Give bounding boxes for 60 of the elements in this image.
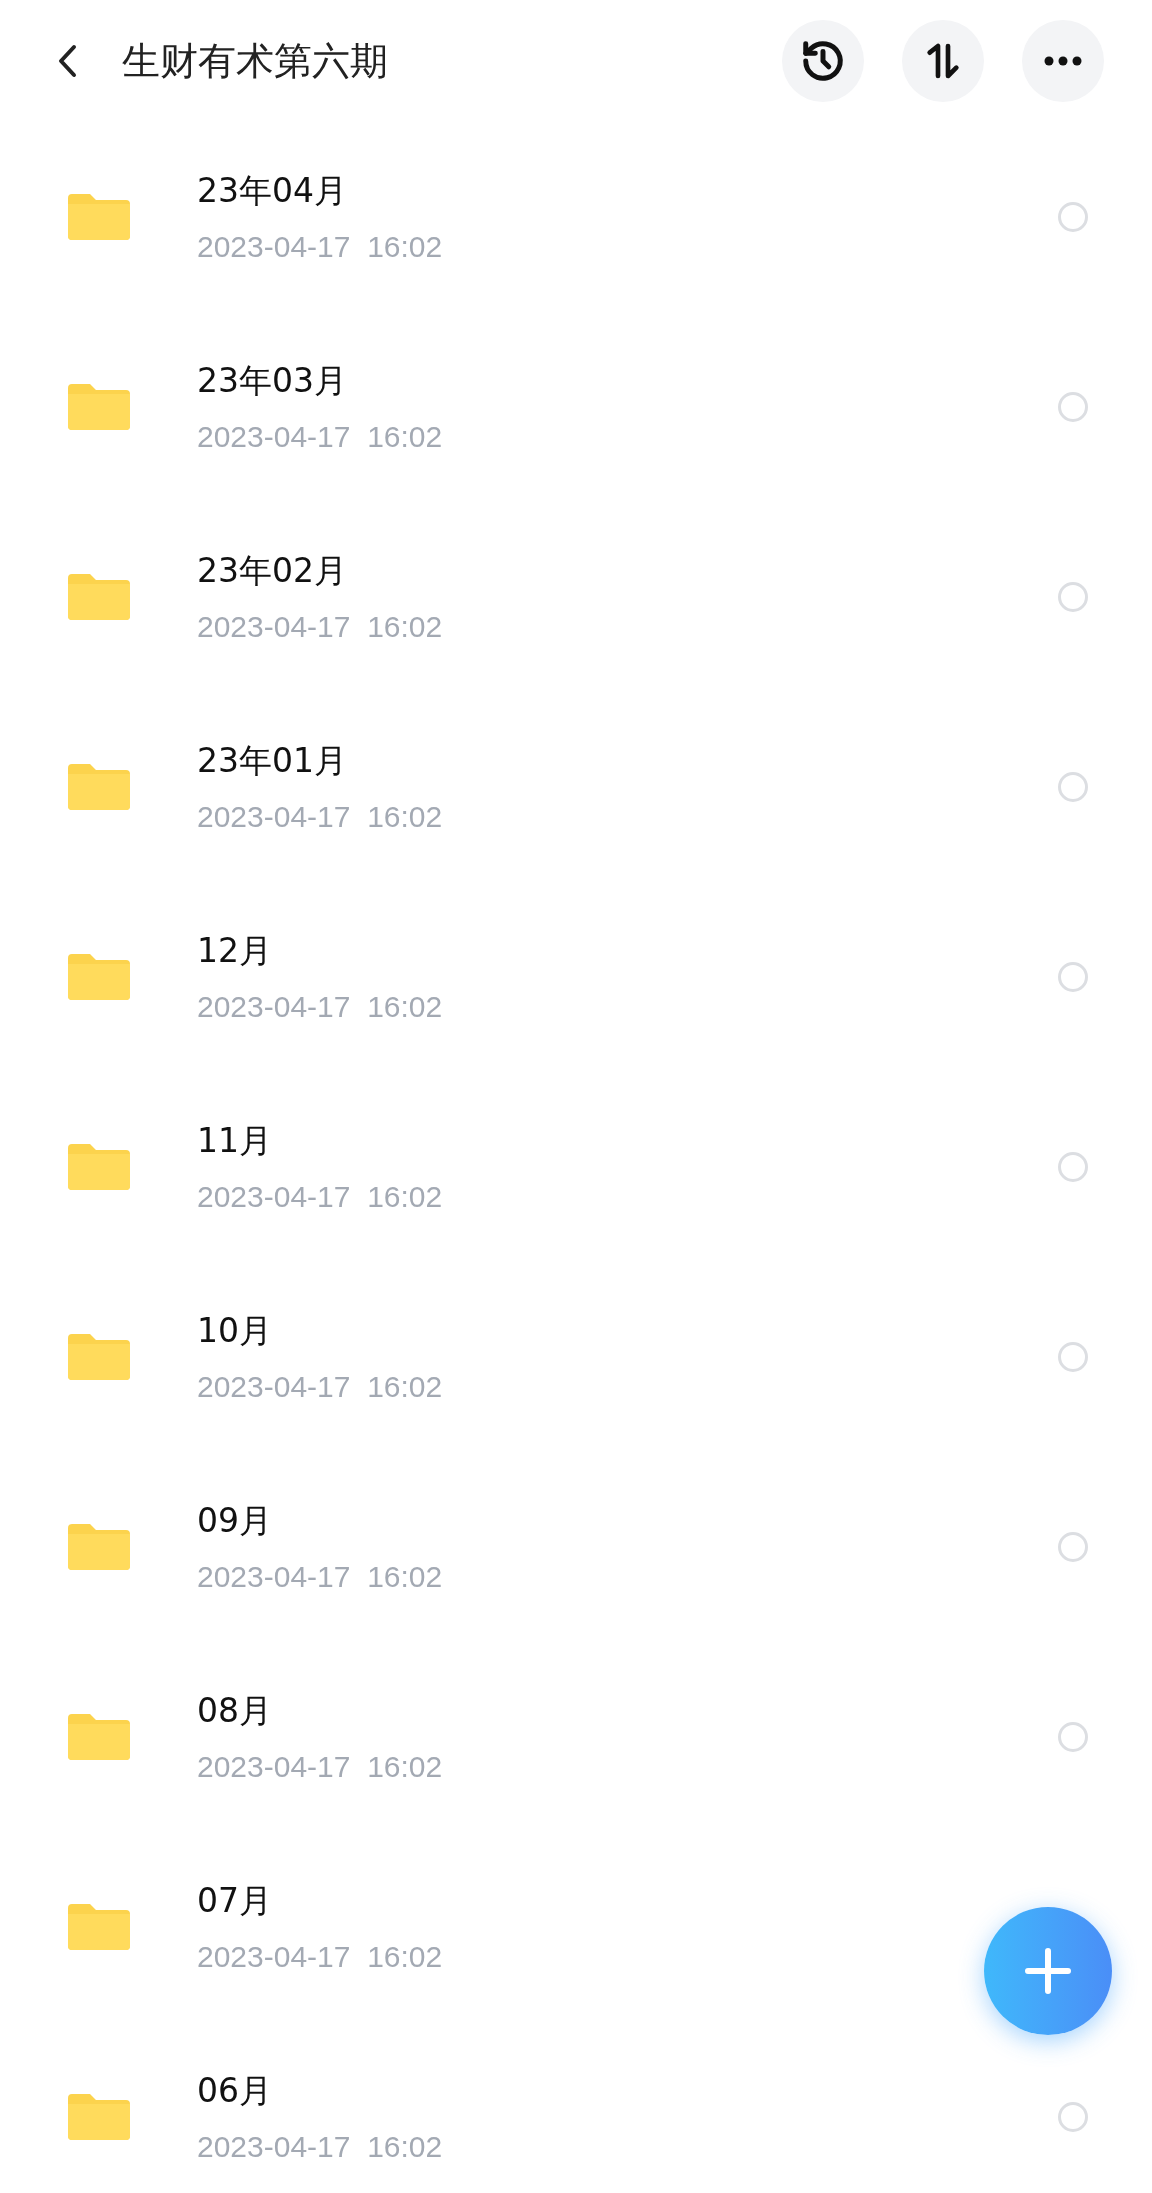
select-checkbox[interactable] — [1058, 962, 1088, 992]
folder-row[interactable]: 08月 2023-04-17 16:02 — [0, 1642, 1152, 1832]
modified-date: 2023-04-17 16:02 — [197, 1749, 443, 1785]
folder-icon — [68, 1714, 130, 1760]
folder-name: 11月 — [197, 1120, 273, 1162]
folder-icon — [68, 1524, 130, 1570]
select-checkbox[interactable] — [1058, 392, 1088, 422]
select-checkbox[interactable] — [1058, 1722, 1088, 1752]
modified-date: 2023-04-17 16:02 — [197, 229, 443, 265]
folder-name: 12月 — [197, 930, 273, 972]
folder-icon — [68, 1144, 130, 1190]
folder-row[interactable]: 09月 2023-04-17 16:02 — [0, 1452, 1152, 1642]
select-checkbox[interactable] — [1058, 1342, 1088, 1372]
modified-date: 2023-04-17 16:02 — [197, 609, 443, 645]
folder-name: 23年03月 — [197, 360, 348, 402]
folder-icon — [68, 194, 130, 240]
select-checkbox[interactable] — [1058, 2102, 1088, 2132]
folder-name: 07月 — [197, 1880, 273, 1922]
folder-icon — [68, 764, 130, 810]
folder-icon — [68, 954, 130, 1000]
select-checkbox[interactable] — [1058, 1152, 1088, 1182]
select-checkbox[interactable] — [1058, 772, 1088, 802]
folder-row[interactable]: 11月 2023-04-17 16:02 — [0, 1072, 1152, 1262]
folder-row[interactable]: 23年02月 2023-04-17 16:02 — [0, 502, 1152, 692]
plus-icon — [1024, 1947, 1072, 1995]
folder-icon — [68, 574, 130, 620]
folder-row[interactable]: 12月 2023-04-17 16:02 — [0, 882, 1152, 1072]
folder-icon — [68, 1334, 130, 1380]
folder-name: 08月 — [197, 1690, 273, 1732]
folder-name: 06月 — [197, 2070, 273, 2112]
select-checkbox[interactable] — [1058, 202, 1088, 232]
folder-name: 23年01月 — [197, 740, 348, 782]
modified-date: 2023-04-17 16:02 — [197, 2129, 443, 2165]
modified-date: 2023-04-17 16:02 — [197, 1179, 443, 1215]
folder-name: 23年04月 — [197, 170, 348, 212]
folder-name: 09月 — [197, 1500, 273, 1542]
add-button[interactable] — [984, 1907, 1112, 2035]
modified-date: 2023-04-17 16:02 — [197, 1939, 443, 1975]
page-title: 生财有术第六期 — [122, 37, 388, 85]
history-icon — [800, 38, 846, 84]
folder-row[interactable]: 07月 2023-04-17 16:02 — [0, 1832, 1152, 2022]
folder-row[interactable]: 23年01月 2023-04-17 16:02 — [0, 692, 1152, 882]
modified-date: 2023-04-17 16:02 — [197, 1369, 443, 1405]
folder-row[interactable]: 23年04月 2023-04-17 16:02 — [0, 122, 1152, 312]
more-icon — [1043, 56, 1083, 66]
folder-row[interactable]: 10月 2023-04-17 16:02 — [0, 1262, 1152, 1452]
folder-row[interactable]: 06月 2023-04-17 16:02 — [0, 2022, 1152, 2193]
modified-date: 2023-04-17 16:02 — [197, 989, 443, 1025]
folder-icon — [68, 1904, 130, 1950]
select-checkbox[interactable] — [1058, 1532, 1088, 1562]
modified-date: 2023-04-17 16:02 — [197, 799, 443, 835]
folder-icon — [68, 2094, 130, 2140]
modified-date: 2023-04-17 16:02 — [197, 419, 443, 455]
select-checkbox[interactable] — [1058, 582, 1088, 612]
folder-row[interactable]: 23年03月 2023-04-17 16:02 — [0, 312, 1152, 502]
modified-date: 2023-04-17 16:02 — [197, 1559, 443, 1595]
folder-name: 23年02月 — [197, 550, 348, 592]
folder-icon — [68, 384, 130, 430]
folder-name: 10月 — [197, 1310, 273, 1352]
back-icon — [57, 44, 77, 78]
